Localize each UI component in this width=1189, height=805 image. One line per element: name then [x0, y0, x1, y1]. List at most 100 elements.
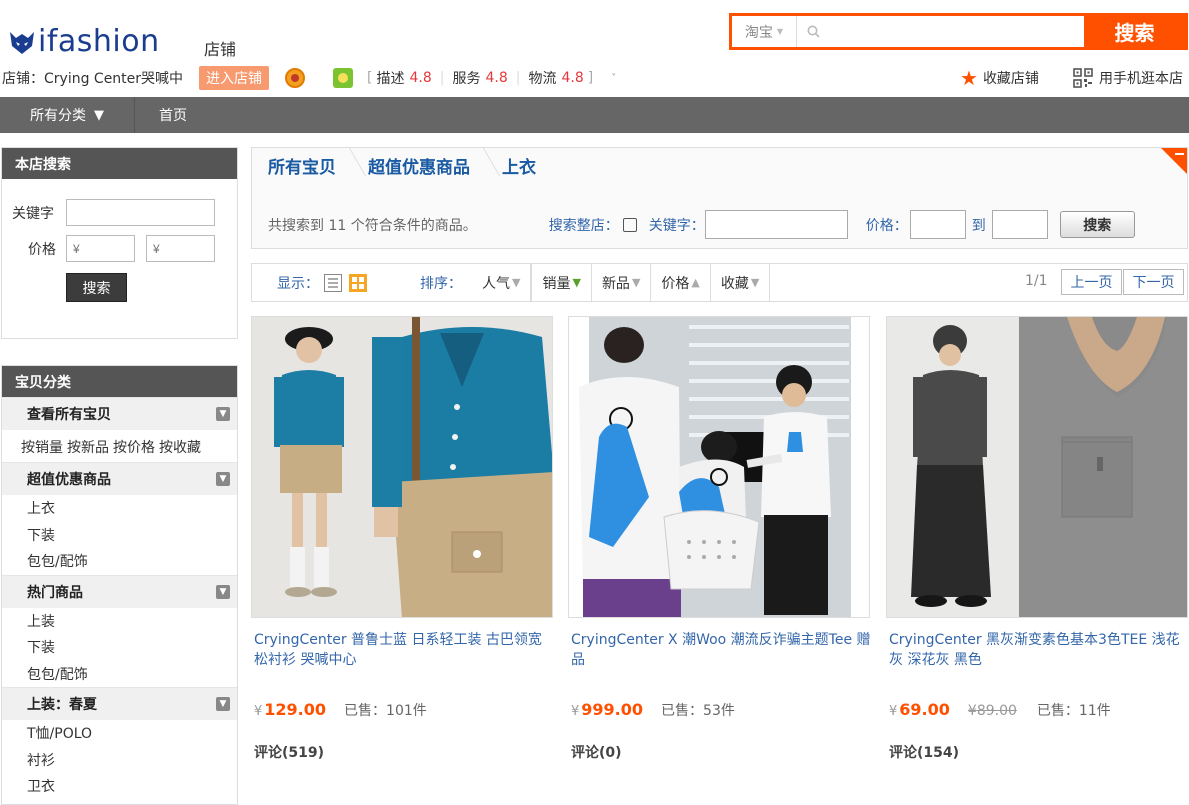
list-view-icon[interactable] — [324, 273, 342, 292]
chevron-down-icon[interactable]: ˅ — [611, 73, 616, 84]
filter-row: 共搜索到 11 个符合条件的商品。 搜索整店： 关键字： 价格： 到 搜索 — [268, 210, 1135, 239]
shop-search-title: 本店搜索 — [2, 148, 237, 179]
category-item[interactable]: 卫衣 — [2, 773, 237, 800]
search-whole-shop-label: 搜索整店： — [548, 217, 619, 234]
category-group-all[interactable]: 查看所有宝贝 ▼ — [2, 397, 237, 430]
product-original-price: ¥89.00 — [968, 703, 1017, 719]
shop-name[interactable]: Crying Center哭喊中 — [44, 68, 183, 88]
category-item[interactable]: 下装 — [2, 522, 237, 549]
mobile-visit-label: 用手机逛本店 — [1099, 71, 1183, 87]
search-scope-select[interactable]: 淘宝 ▼ — [732, 16, 797, 47]
nav-all-categories[interactable]: 所有分类 ▼ — [0, 97, 135, 133]
category-item[interactable]: 上装 — [2, 608, 237, 635]
blue-shirt-photo — [252, 317, 552, 617]
sort-newest[interactable]: 新品 ▼ — [592, 264, 652, 301]
sort-label: 排序： — [420, 275, 462, 292]
search-input[interactable] — [826, 16, 1084, 47]
shop-search-button[interactable]: 搜索 — [66, 273, 127, 302]
category-item[interactable]: 包包/配饰 — [2, 548, 237, 575]
score-value: 4.8 — [409, 70, 432, 86]
score-label: 服务 — [452, 71, 481, 87]
next-page-button[interactable]: 下一页 — [1123, 269, 1184, 295]
site-logo[interactable]: ifashion — [8, 26, 160, 58]
search-whole-shop-checkbox[interactable] — [622, 217, 637, 232]
star-icon: ★ — [960, 66, 978, 90]
category-item[interactable]: 衬衫 — [2, 747, 237, 774]
score-value: 4.8 — [561, 70, 584, 86]
product-sold: 已售：53件 — [661, 703, 735, 719]
favorite-shop-label: 收藏店铺 — [982, 71, 1039, 87]
sort-price[interactable]: 价格 ▲ — [651, 264, 711, 301]
product-card: CryingCenter 黑灰渐变素色基本3色TEE 浅花灰 深花灰 黑色 ¥ … — [886, 316, 1189, 762]
keyword-filter-input[interactable] — [704, 210, 848, 239]
collapse-corner-icon[interactable] — [1161, 148, 1187, 174]
filter-panel: 所有宝贝 超值优惠商品 上衣 共搜索到 11 个符合条件的商品。 搜索整店： 关… — [251, 147, 1188, 249]
category-item[interactable]: 上衣 — [2, 495, 237, 522]
category-group-label: 查看所有宝贝 — [27, 407, 111, 423]
sort-link[interactable]: 按销量 — [21, 437, 63, 457]
arrow-down-icon: ▼ — [631, 276, 641, 289]
filter-search-button[interactable]: 搜索 — [1059, 211, 1135, 238]
currency-symbol: ¥ — [571, 704, 580, 719]
sort-option-label: 收藏 — [720, 275, 749, 292]
sort-popularity[interactable]: 人气 ▼ — [472, 264, 532, 301]
original-price-value: 89.00 — [976, 703, 1017, 719]
seller-badge-icon[interactable] — [333, 68, 354, 88]
sort-option-label: 新品 — [601, 275, 630, 292]
prev-page-button[interactable]: 上一页 — [1061, 269, 1122, 295]
white-tee-photo — [569, 317, 869, 617]
collapse-toggle-icon[interactable]: ▼ — [216, 697, 230, 711]
sort-link[interactable]: 按价格 — [113, 437, 155, 457]
price-min-input[interactable] — [66, 235, 135, 262]
price-to-input[interactable] — [991, 210, 1048, 239]
shop-info-bar: 店铺： Crying Center哭喊中 进入店铺 [ 描述 4.8 | 服务 … — [2, 66, 616, 90]
grid-view-icon[interactable] — [349, 273, 367, 292]
category-group-label: 上装：春夏 — [27, 697, 97, 713]
collapse-toggle-icon[interactable]: ▼ — [216, 472, 230, 486]
sort-bar: 显示： 排序： 人气 ▼ 销量 ▼ 新品 ▼ 价格 ▲ 收藏 ▼ 1/1 上一页 下一页 — [251, 263, 1188, 302]
page-count: 1/1 — [1025, 273, 1048, 289]
product-image[interactable] — [568, 316, 870, 618]
enter-shop-button[interactable]: 进入店铺 — [199, 66, 270, 90]
arrow-down-icon: ▼ — [512, 276, 521, 289]
price-from-input[interactable] — [909, 210, 966, 239]
nav-home[interactable]: 首页 — [135, 97, 211, 133]
category-item[interactable]: 下装 — [2, 634, 237, 661]
category-group[interactable]: 热门商品 ▼ — [2, 574, 237, 608]
category-group-label: 超值优惠商品 — [27, 472, 111, 488]
breadcrumb-item[interactable]: 上衣 — [486, 153, 552, 178]
product-reviews[interactable]: 评论(519) — [251, 742, 554, 762]
sort-link[interactable]: 按新品 — [67, 437, 109, 457]
arrow-up-icon: ▲ — [691, 276, 700, 289]
breadcrumb-item[interactable]: 所有宝贝 — [252, 153, 352, 178]
keyword-input[interactable] — [66, 199, 215, 226]
product-price: 69.00 — [899, 700, 950, 719]
keyword-filter-label: 关键字： — [648, 217, 705, 234]
search-button[interactable]: 搜索 — [1084, 16, 1185, 47]
category-group[interactable]: 上装：春夏 ▼ — [2, 687, 237, 720]
category-group[interactable]: 超值优惠商品 ▼ — [2, 462, 237, 495]
category-title: 宝贝分类 — [2, 366, 237, 397]
product-card: CryingCenter 普鲁士蓝 日系轻工装 古巴领宽松衬衫 哭喊中心 ¥ 1… — [251, 316, 554, 762]
favorite-shop-link[interactable]: ★ 收藏店铺 — [960, 68, 1039, 88]
product-reviews[interactable]: 评论(0) — [568, 742, 871, 762]
product-reviews[interactable]: 评论(154) — [886, 742, 1189, 762]
crown-badge-icon[interactable] — [285, 68, 306, 88]
product-price-line: ¥ 69.00 ¥89.00 已售：11件 — [886, 700, 1189, 720]
breadcrumb-item[interactable]: 超值优惠商品 — [352, 153, 486, 178]
collapse-toggle-icon[interactable]: ▼ — [216, 584, 230, 599]
sort-link[interactable]: 按收藏 — [159, 437, 201, 457]
collapse-toggle-icon[interactable]: ▼ — [216, 407, 230, 421]
price-max-input[interactable] — [146, 235, 215, 262]
category-item[interactable]: 包包/配饰 — [2, 661, 237, 688]
product-title[interactable]: CryingCenter 普鲁士蓝 日系轻工装 古巴领宽松衬衫 哭喊中心 — [251, 630, 554, 674]
product-title[interactable]: CryingCenter 黑灰渐变素色基本3色TEE 浅花灰 深花灰 黑色 — [886, 630, 1189, 674]
sort-sales[interactable]: 销量 ▼ — [531, 264, 592, 301]
product-image[interactable] — [886, 316, 1188, 618]
product-image[interactable] — [251, 316, 553, 618]
product-sold: 已售：101件 — [344, 703, 427, 719]
sort-favorites[interactable]: 收藏 ▼ — [711, 264, 771, 301]
product-title[interactable]: CryingCenter X 潮Woo 潮流反诈骗主题Tee 赠品 — [568, 630, 871, 674]
mobile-visit-link[interactable]: 用手机逛本店 — [1073, 68, 1183, 88]
category-item[interactable]: T恤/POLO — [2, 720, 237, 747]
